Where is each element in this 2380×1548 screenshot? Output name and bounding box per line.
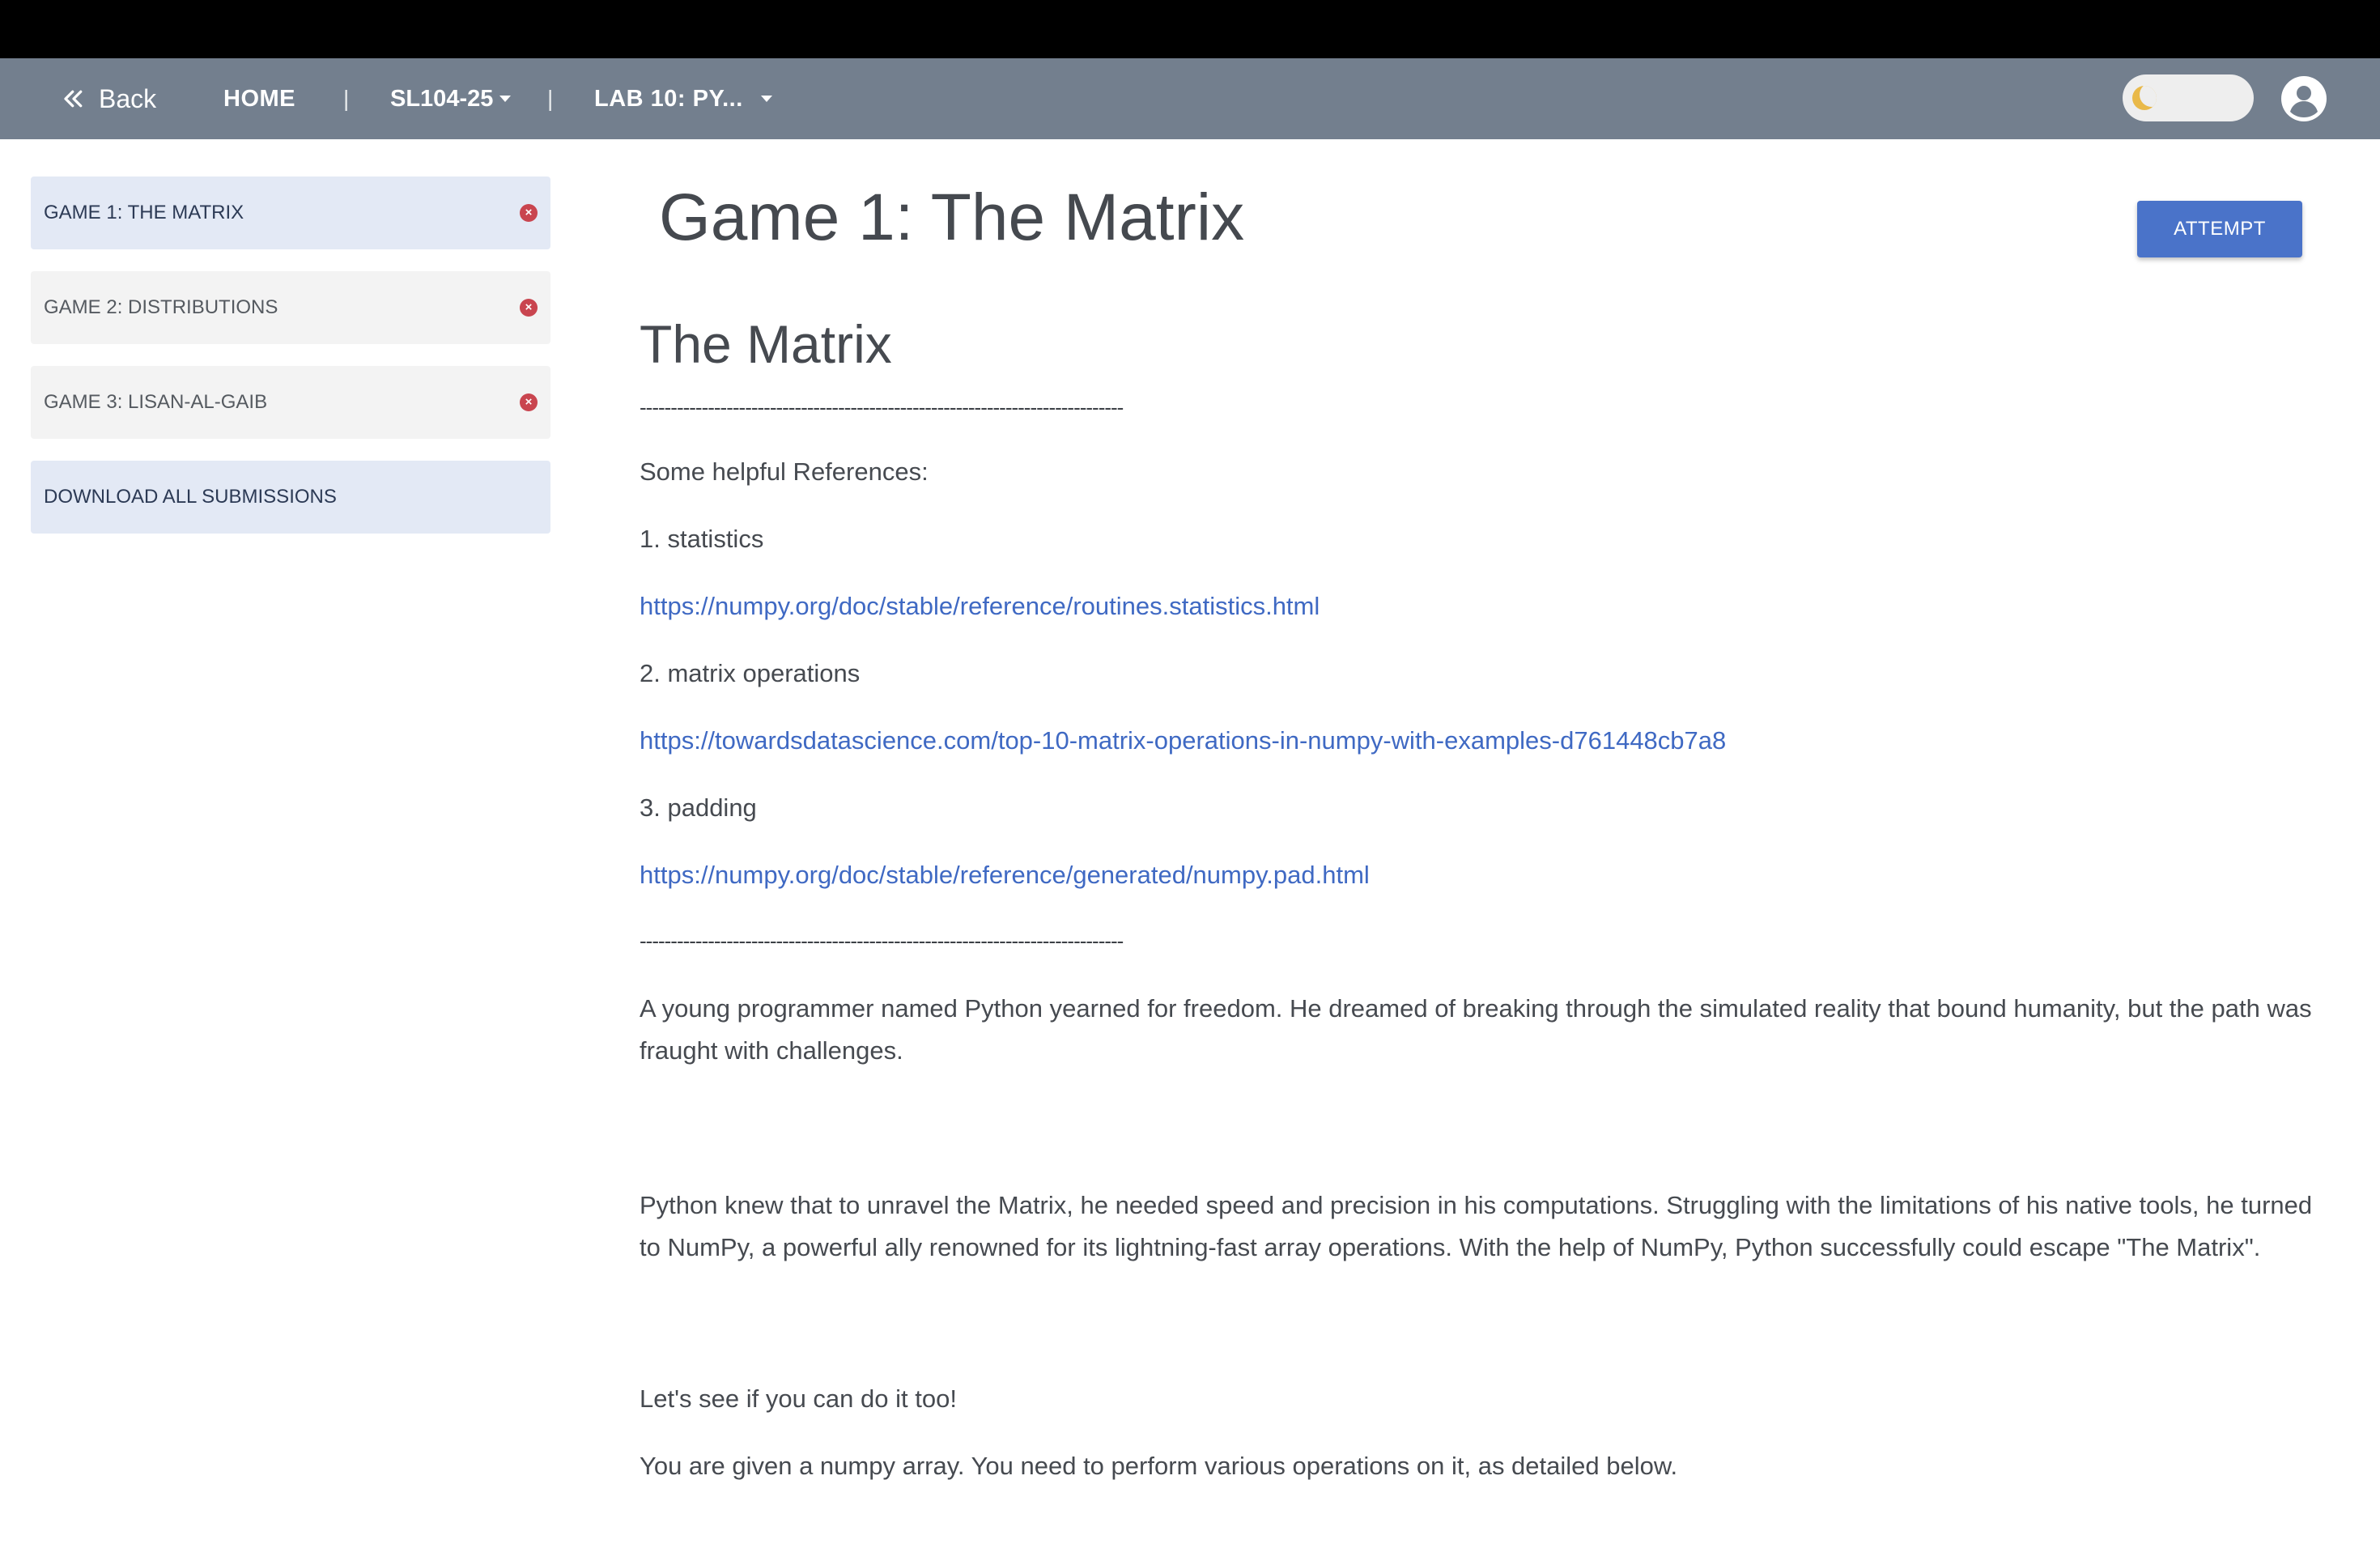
caret-down-icon — [760, 96, 772, 102]
references-intro: Some helpful References: — [640, 457, 929, 486]
course-dropdown[interactable]: SL104-25 — [390, 58, 512, 139]
story-paragraph: Python knew that to unravel the Matrix, … — [640, 1191, 2313, 1261]
lab-label: LAB 10: PY... — [594, 85, 743, 112]
story-paragraph: A young programmer named Python yearned … — [640, 994, 2312, 1065]
reference-label: 1. statistics — [640, 525, 764, 553]
reference-label: 3. padding — [640, 793, 757, 822]
reference-link-matrix-operations[interactable]: https://towardsdatascience.com/top-10-ma… — [640, 726, 1726, 755]
back-button[interactable]: Back — [62, 58, 156, 139]
sidebar: GAME 1: THE MATRIX × GAME 2: DISTRIBUTIO… — [31, 176, 550, 534]
home-link[interactable]: HOME — [223, 58, 295, 139]
top-black-bar — [0, 0, 2380, 58]
course-label: SL104-25 — [390, 85, 494, 112]
attempt-button[interactable]: ATTEMPT — [2137, 201, 2302, 257]
close-circle-icon: × — [520, 393, 538, 411]
lab-dropdown[interactable]: LAB 10: PY... — [594, 58, 772, 139]
back-label: Back — [99, 83, 157, 113]
navbar: Back HOME | SL104-25 | LAB 10: PY... — [0, 58, 2380, 139]
divider: ----------------------------------------… — [640, 395, 1124, 419]
user-avatar-icon[interactable] — [2281, 76, 2327, 121]
nav-separator: | — [343, 86, 350, 111]
chevron-double-left-icon — [64, 90, 83, 108]
download-label: DOWNLOAD ALL SUBMISSIONS — [44, 486, 337, 508]
reference-link-statistics[interactable]: https://numpy.org/doc/stable/reference/r… — [640, 592, 1320, 620]
sidebar-item-game-1[interactable]: GAME 1: THE MATRIX × — [31, 176, 550, 249]
sidebar-item-label: GAME 1: THE MATRIX — [44, 202, 244, 223]
theme-toggle[interactable] — [2123, 74, 2254, 121]
sidebar-item-label: GAME 3: LISAN-AL-GAIB — [44, 391, 268, 413]
page-title: Game 1: The Matrix — [659, 181, 1245, 254]
story-paragraph: You are given a numpy array. You need to… — [640, 1452, 1678, 1480]
close-circle-icon: × — [520, 204, 538, 222]
close-circle-icon: × — [520, 299, 538, 317]
moon-icon — [2132, 86, 2157, 110]
story-paragraph: Let's see if you can do it too! — [640, 1384, 957, 1413]
caret-down-icon — [499, 96, 512, 102]
download-all-submissions-button[interactable]: DOWNLOAD ALL SUBMISSIONS — [31, 461, 550, 534]
nav-separator: | — [547, 86, 554, 111]
sidebar-item-label: GAME 2: DISTRIBUTIONS — [44, 296, 278, 318]
divider: ----------------------------------------… — [640, 929, 1124, 953]
section-heading: The Matrix — [640, 314, 892, 374]
problem-description: The Matrix -----------------------------… — [640, 312, 2323, 1516]
reference-link-padding[interactable]: https://numpy.org/doc/stable/reference/g… — [640, 861, 1370, 889]
sidebar-item-game-2[interactable]: GAME 2: DISTRIBUTIONS × — [31, 271, 550, 344]
reference-label: 2. matrix operations — [640, 659, 861, 687]
sidebar-item-game-3[interactable]: GAME 3: LISAN-AL-GAIB × — [31, 366, 550, 439]
